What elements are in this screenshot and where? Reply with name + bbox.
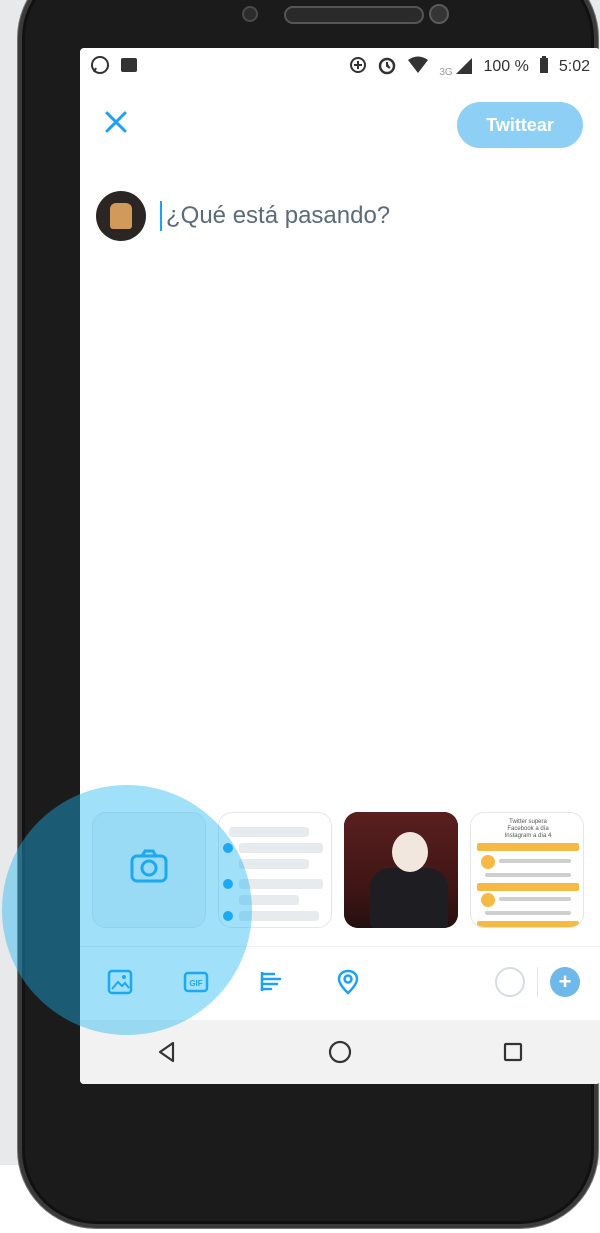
status-bar: 3G 100 % 5:02: [80, 48, 600, 86]
thumb-row: [239, 911, 319, 921]
front-camera: [429, 4, 449, 24]
location-icon[interactable]: [328, 962, 368, 1002]
infographic-bar: [477, 883, 579, 891]
infographic-bar: [477, 843, 579, 851]
infographic-bar: [477, 921, 579, 927]
android-nav-bar: [80, 1020, 600, 1084]
signal-icon: 3G: [439, 57, 473, 78]
clock: 5:02: [558, 58, 590, 75]
battery-text: 100 %: [483, 58, 529, 75]
photo-person-body: [370, 868, 448, 928]
infographic-marker: [481, 855, 495, 869]
phone-frame: 3G 100 % 5:02 Twittear ¿Qué está pasando…: [18, 0, 600, 1228]
compose-input[interactable]: ¿Qué está pasando?: [160, 201, 390, 231]
status-right: 3G 100 % 5:02: [349, 55, 590, 79]
camera-tile[interactable]: [92, 812, 206, 928]
thumb-dot: [223, 911, 233, 921]
infographic-line: [485, 911, 571, 915]
recents-icon[interactable]: [488, 1027, 538, 1077]
thumb-dot: [223, 879, 233, 889]
status-left: [90, 55, 138, 79]
thumb-row: [229, 827, 309, 837]
screenshot-thumbnail[interactable]: [218, 812, 332, 928]
alarm-icon: [377, 55, 397, 79]
image-icon[interactable]: [100, 962, 140, 1002]
whatsapp-icon: [90, 55, 110, 79]
thumb-row: [239, 879, 323, 889]
add-tweet-icon[interactable]: +: [550, 966, 580, 997]
gif-icon[interactable]: GIF: [176, 962, 216, 1002]
infographic-title: Twitter supera Facebook a día Instagram …: [504, 819, 552, 839]
infographic-thumbnail[interactable]: Twitter supera Facebook a día Instagram …: [470, 812, 584, 928]
thumb-row: [239, 843, 323, 853]
toolbar-divider: [537, 966, 538, 997]
home-icon[interactable]: [315, 1027, 365, 1077]
media-strip: Twitter supera Facebook a día Instagram …: [92, 812, 600, 932]
infographic-line: [485, 873, 571, 877]
compose-row: ¿Qué está pasando?: [96, 188, 586, 244]
battery-icon: [539, 56, 549, 78]
character-count-circle: [495, 966, 525, 997]
avatar: [96, 191, 146, 241]
photo-thumbnail[interactable]: [344, 812, 458, 928]
data-saver-icon: [349, 56, 367, 78]
close-icon[interactable]: [102, 108, 130, 141]
screen: 3G 100 % 5:02 Twittear ¿Qué está pasando…: [80, 48, 600, 1084]
photo-person-head: [392, 832, 428, 872]
earpiece-speaker: [284, 6, 424, 24]
infographic-marker: [481, 893, 495, 907]
proximity-sensor: [242, 6, 258, 22]
poll-icon[interactable]: [252, 962, 292, 1002]
compose-toolbar: GIF +: [80, 946, 600, 1016]
thumb-dot: [223, 843, 233, 853]
back-icon[interactable]: [142, 1027, 192, 1077]
infographic-line: [499, 859, 571, 863]
wifi-icon: [407, 56, 429, 78]
compose-header: Twittear: [80, 100, 600, 156]
thumb-row: [239, 859, 309, 869]
gallery-icon: [120, 56, 138, 78]
svg-text:GIF: GIF: [189, 979, 202, 988]
thumb-row: [239, 895, 299, 905]
avatar-image: [110, 203, 132, 229]
tweet-button[interactable]: Twittear: [457, 102, 583, 148]
camera-icon: [129, 848, 169, 893]
infographic-line: [499, 897, 571, 901]
